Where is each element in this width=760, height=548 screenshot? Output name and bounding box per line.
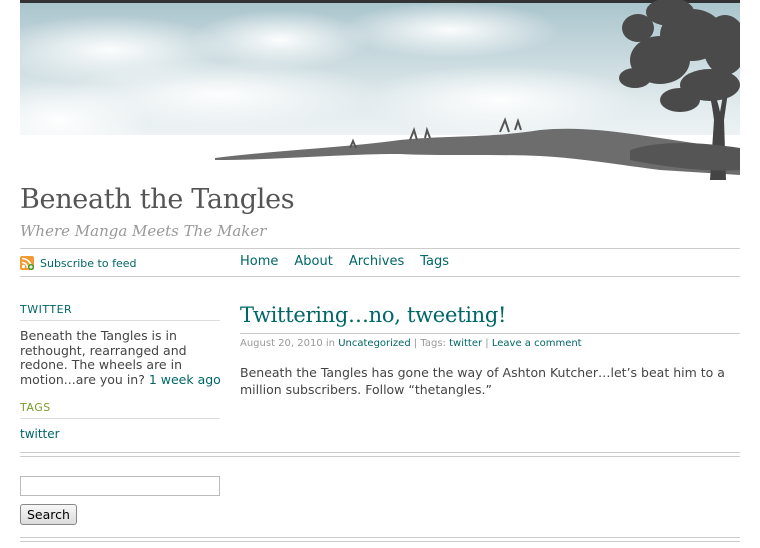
post-tag-link[interactable]: twitter (449, 338, 482, 349)
post-body: Beneath the Tangles has gone the way of … (240, 365, 725, 397)
post-in-label: in (325, 338, 336, 349)
nav-item-about[interactable]: About (294, 254, 332, 269)
nav-item-home[interactable]: Home (240, 254, 278, 269)
nav-item-tags[interactable]: Tags (420, 254, 449, 269)
post-category-link[interactable]: Uncategorized (338, 338, 410, 349)
widget-divider (20, 418, 220, 419)
leave-comment-link[interactable]: Leave a comment (492, 338, 582, 349)
rss-feed-icon (20, 256, 34, 270)
site-tagline: Where Manga Meets The Maker (20, 222, 267, 240)
subscribe-feed-label: Subscribe to feed (40, 256, 137, 270)
section-divider (20, 452, 740, 457)
divider (20, 276, 740, 277)
tags-widget-title: TAGS (20, 401, 51, 414)
search-input[interactable] (20, 476, 220, 496)
search-button[interactable]: Search (20, 504, 77, 525)
header-banner-image (20, 0, 740, 180)
post-title[interactable]: Twittering…no, tweeting! (240, 303, 506, 327)
site-title[interactable]: Beneath the Tangles (20, 184, 295, 215)
twitter-widget-text: Beneath the Tangles is in rethought, rea… (20, 328, 225, 387)
subscribe-feed-link[interactable]: Subscribe to feed (20, 256, 136, 270)
twitter-widget-title: TWITTER (20, 303, 73, 316)
tweet-time-link[interactable]: 1 week ago (149, 372, 221, 387)
post-title-divider (240, 333, 740, 334)
widget-divider (20, 320, 220, 321)
post-meta: August 20, 2010 in Uncategorized | Tags:… (240, 338, 582, 349)
main-nav: Home About Archives Tags (240, 254, 465, 269)
nav-item-archives[interactable]: Archives (349, 254, 404, 269)
tag-link-twitter[interactable]: twitter (20, 427, 60, 441)
meta-separator: | (485, 338, 489, 349)
post-date: August 20, 2010 (240, 338, 323, 349)
section-divider (20, 537, 740, 542)
post-tags-label: | Tags: (413, 338, 446, 349)
divider (20, 248, 740, 249)
